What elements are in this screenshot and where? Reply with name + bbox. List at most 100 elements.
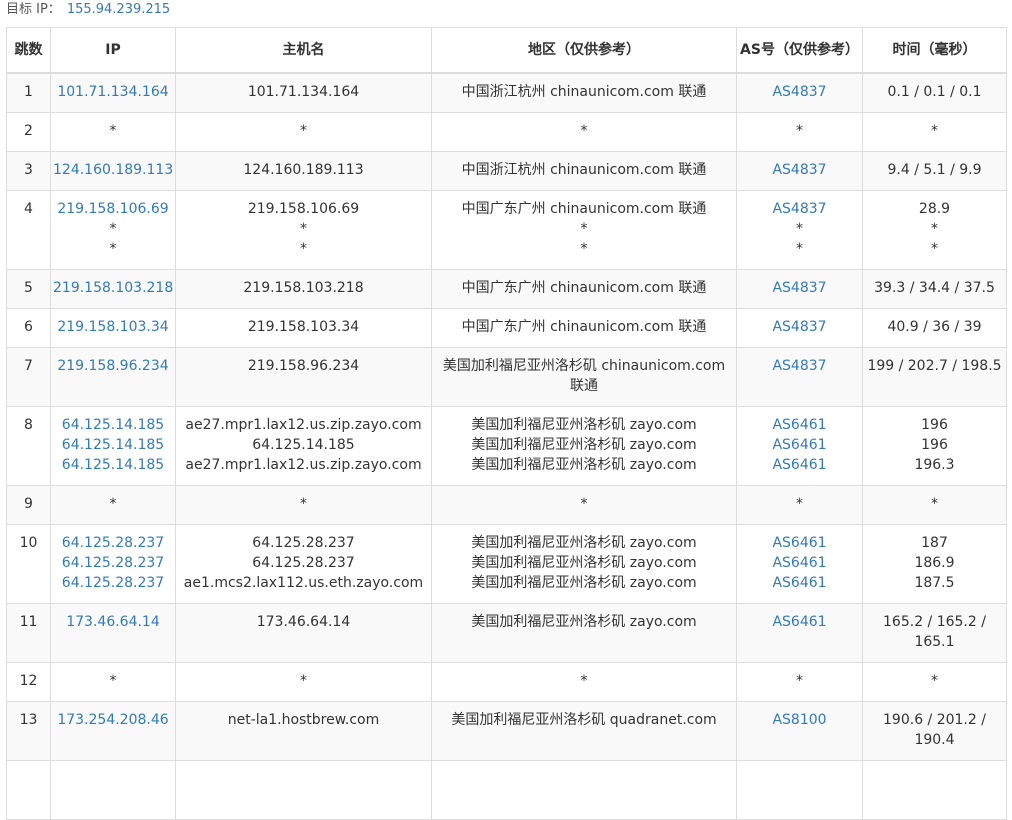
host-cell: net-la1.hostbrew.com [175, 700, 432, 761]
ip-link[interactable]: 219.158.103.34 [53, 317, 173, 337]
asn-link[interactable]: AS6461 [739, 533, 860, 553]
asn-cell: AS6461 AS6461 AS6461 [736, 523, 863, 604]
region-text: 中国广东广州 chinaunicom.com 联通 [461, 279, 707, 296]
hop-cell: 1 [6, 72, 51, 113]
asn-cell: AS6461 [736, 602, 863, 663]
host-text: 219.158.103.34 [247, 318, 360, 335]
ip-text: * [109, 220, 117, 237]
time-cell [862, 759, 1007, 820]
region-text: * [580, 220, 588, 237]
host-cell: 219.158.103.34 [175, 307, 432, 348]
time-text: 190.6 / 201.2 / 190.4 [883, 711, 986, 748]
time-text: 9.4 / 5.1 / 9.9 [887, 161, 982, 178]
asn-cell: AS4837 [736, 307, 863, 348]
asn-text: * [796, 672, 803, 689]
asn-link[interactable]: AS6461 [739, 455, 860, 475]
region-cell: 美国加利福尼亚州洛杉矶 chinaunicom.com 联通 [431, 346, 737, 407]
time-cell: 0.1 / 0.1 / 0.1 [862, 72, 1007, 113]
hop-cell: 10 [6, 523, 51, 604]
table-row: 11 173.46.64.14 173.46.64.14 美国加利福尼亚州洛杉矶 za… [6, 602, 1007, 663]
ip-link[interactable]: 219.158.96.234 [53, 356, 173, 376]
time-text: 187 [921, 534, 948, 551]
ip-link[interactable]: 101.71.134.164 [53, 82, 173, 102]
target-ip-value: 155.94.239.215 [66, 2, 171, 17]
asn-link[interactable]: AS6461 [739, 415, 860, 435]
asn-link[interactable]: AS4837 [739, 199, 860, 219]
region-text: 中国广东广州 chinaunicom.com 联通 [461, 318, 707, 335]
asn-link[interactable]: AS4837 [739, 317, 860, 337]
asn-cell: AS4837 [736, 268, 863, 309]
hop-cell: 2 [6, 111, 51, 152]
asn-cell: AS8100 [736, 700, 863, 761]
host-text: 64.125.28.237 [252, 534, 355, 551]
header-region: 地区（仅供参考） [431, 27, 737, 74]
table-row: 13 173.254.208.46 net-la1.hostbrew.com 美国加利… [6, 700, 1007, 761]
asn-link[interactable]: AS4837 [739, 160, 860, 180]
ip-link[interactable]: 124.160.189.113 [53, 160, 173, 180]
region-cell: * [431, 484, 737, 525]
ip-link[interactable]: 219.158.106.69 [53, 199, 173, 219]
time-text: * [931, 495, 938, 512]
ip-link[interactable]: 219.158.103.218 [53, 278, 173, 298]
host-text: 219.158.103.218 [243, 279, 364, 296]
asn-link[interactable]: AS4837 [739, 278, 860, 298]
ip-link[interactable]: 64.125.14.185 [53, 455, 173, 475]
ip-link[interactable]: 64.125.28.237 [53, 533, 173, 553]
ip-link[interactable]: 64.125.28.237 [53, 573, 173, 593]
ip-link[interactable]: 64.125.14.185 [53, 415, 173, 435]
header-hop: 跳数 [6, 27, 51, 74]
time-text: * [931, 240, 938, 257]
host-text: * [300, 672, 307, 689]
host-cell: * [175, 484, 432, 525]
ip-cell: 173.254.208.46 [50, 700, 176, 761]
time-text: 187.5 [914, 574, 955, 591]
time-cell: 40.9 / 36 / 39 [862, 307, 1007, 348]
ip-text: * [109, 122, 117, 139]
host-text: 101.71.134.164 [247, 83, 360, 100]
ip-cell: 219.158.106.69 * * [50, 189, 176, 270]
asn-link[interactable]: AS8100 [739, 710, 860, 730]
ip-cell: 219.158.96.234 [50, 346, 176, 407]
host-cell: 101.71.134.164 [175, 72, 432, 113]
ip-cell: 124.160.189.113 [50, 150, 176, 191]
time-cell: 199 / 202.7 / 198.5 [862, 346, 1007, 407]
time-text: 0.1 / 0.1 / 0.1 [887, 83, 982, 100]
host-text: ae27.mpr1.lax12.us.zip.zayo.com [185, 416, 422, 433]
asn-link[interactable]: AS6461 [739, 612, 860, 632]
ip-link[interactable]: 64.125.28.237 [53, 553, 173, 573]
table-row: 2 * * * * * [6, 111, 1007, 152]
region-cell: * [431, 661, 737, 702]
region-text: 美国加利福尼亚州洛杉矶 zayo.com [471, 456, 697, 473]
hop-cell: 9 [6, 484, 51, 525]
header-asn: AS号（仅供参考） [736, 27, 863, 74]
region-cell: 美国加利福尼亚州洛杉矶 zayo.com 美国加利福尼亚州洛杉矶 zayo.com… [431, 405, 737, 486]
table-row: 7 219.158.96.234 219.158.96.234 美国加利福尼亚州洛杉矶… [6, 346, 1007, 407]
time-text: * [931, 122, 938, 139]
region-cell [431, 759, 737, 820]
asn-link[interactable]: AS4837 [739, 356, 860, 376]
hop-cell: 3 [6, 150, 51, 191]
asn-text: * [796, 220, 803, 237]
table-row: 8 64.125.14.185 64.125.14.185 64.125.14.185… [6, 405, 1007, 486]
table-row [6, 759, 1007, 820]
asn-cell: AS4837 [736, 346, 863, 407]
ip-link[interactable]: 173.46.64.14 [53, 612, 173, 632]
asn-link[interactable]: AS4837 [739, 82, 860, 102]
ip-link[interactable]: 64.125.14.185 [53, 435, 173, 455]
table-row: 10 64.125.28.237 64.125.28.237 64.125.28.23… [6, 523, 1007, 604]
asn-link[interactable]: AS6461 [739, 435, 860, 455]
asn-link[interactable]: AS6461 [739, 553, 860, 573]
ip-cell: 64.125.28.237 64.125.28.237 64.125.28.237 [50, 523, 176, 604]
ip-cell: 101.71.134.164 [50, 72, 176, 113]
time-cell: 187 186.9 187.5 [862, 523, 1007, 604]
region-cell: 中国广东广州 chinaunicom.com 联通 [431, 268, 737, 309]
asn-link[interactable]: AS6461 [739, 573, 860, 593]
region-text: 美国加利福尼亚州洛杉矶 zayo.com [471, 534, 697, 551]
time-text: 40.9 / 36 / 39 [887, 318, 982, 335]
host-cell: 173.46.64.14 [175, 602, 432, 663]
host-text: 219.158.96.234 [247, 357, 360, 374]
ip-link[interactable]: 173.254.208.46 [53, 710, 173, 730]
hop-cell: 7 [6, 346, 51, 407]
host-text: * [300, 220, 307, 237]
time-cell: 190.6 / 201.2 / 190.4 [862, 700, 1007, 761]
